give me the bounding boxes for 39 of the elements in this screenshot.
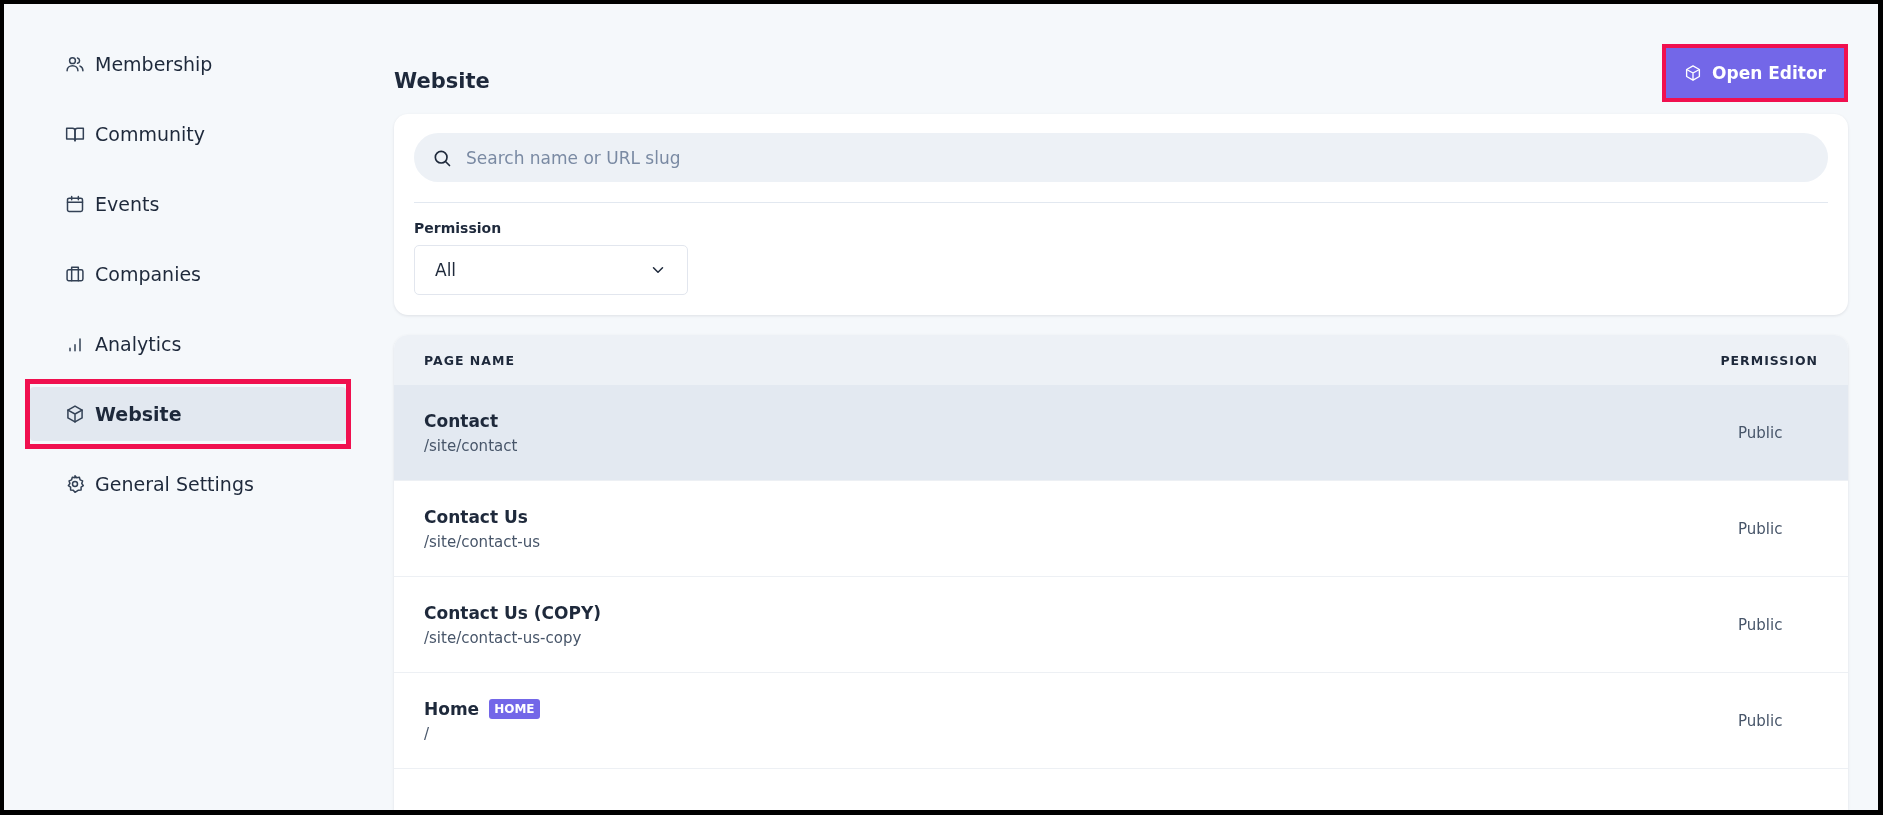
sidebar-item[interactable]: Community: [30, 107, 346, 161]
page-slug: /site/contact-us-copy: [424, 628, 583, 647]
home-badge: HOME: [489, 698, 540, 719]
sidebar-item[interactable]: Website: [30, 387, 346, 441]
open-editor-button[interactable]: Open Editor: [1666, 48, 1844, 98]
sidebar-item[interactable]: Analytics: [30, 317, 346, 371]
permission-cell-text: Public: [1738, 423, 1784, 442]
permission-cell-text: Public: [1738, 711, 1784, 730]
settings-icon: [65, 474, 85, 494]
sidebar-item[interactable]: General Settings: [30, 457, 346, 511]
sidebar-item[interactable]: Membership: [30, 37, 346, 91]
permission-select[interactable]: All: [414, 245, 688, 295]
permission-cell-text: Public: [1738, 615, 1784, 634]
page-slug: /site/contact: [424, 436, 518, 455]
book-icon: [65, 124, 85, 144]
filter-label: Permission: [414, 220, 503, 236]
sidebar-item[interactable]: Events: [30, 177, 346, 231]
permission-cell-text: Public: [1738, 519, 1784, 538]
calendar-icon: [65, 194, 85, 214]
search-field[interactable]: Search name or URL slug: [414, 133, 1828, 182]
users-icon: [65, 54, 85, 74]
page-slug: /site/contact-us: [424, 532, 541, 551]
page-name: Home: [424, 698, 480, 719]
page-name: Contact Us (COPY): [424, 602, 602, 623]
page-slug: /: [424, 724, 431, 743]
search-icon: [432, 148, 452, 168]
table-row[interactable]: Contact Us (COPY) /site/contact-us-copy Public: [394, 577, 1848, 673]
page-title: Website: [394, 69, 490, 93]
table-row[interactable]: Home HOME / Public: [394, 673, 1848, 769]
cube-icon: [65, 404, 85, 424]
page-name: Contact: [424, 410, 499, 431]
sidebar-item[interactable]: Companies: [30, 247, 346, 301]
page-name: Contact Us: [424, 506, 528, 527]
column-header: PAGE NAME: [424, 352, 515, 368]
cube-icon: [1684, 64, 1702, 82]
column-header: PERMISSION: [1720, 352, 1818, 368]
briefcase-icon: [65, 264, 85, 284]
table-row[interactable]: Contact Us /site/contact-us Public: [394, 481, 1848, 577]
table-row[interactable]: Contact /site/contact Public: [394, 385, 1848, 481]
